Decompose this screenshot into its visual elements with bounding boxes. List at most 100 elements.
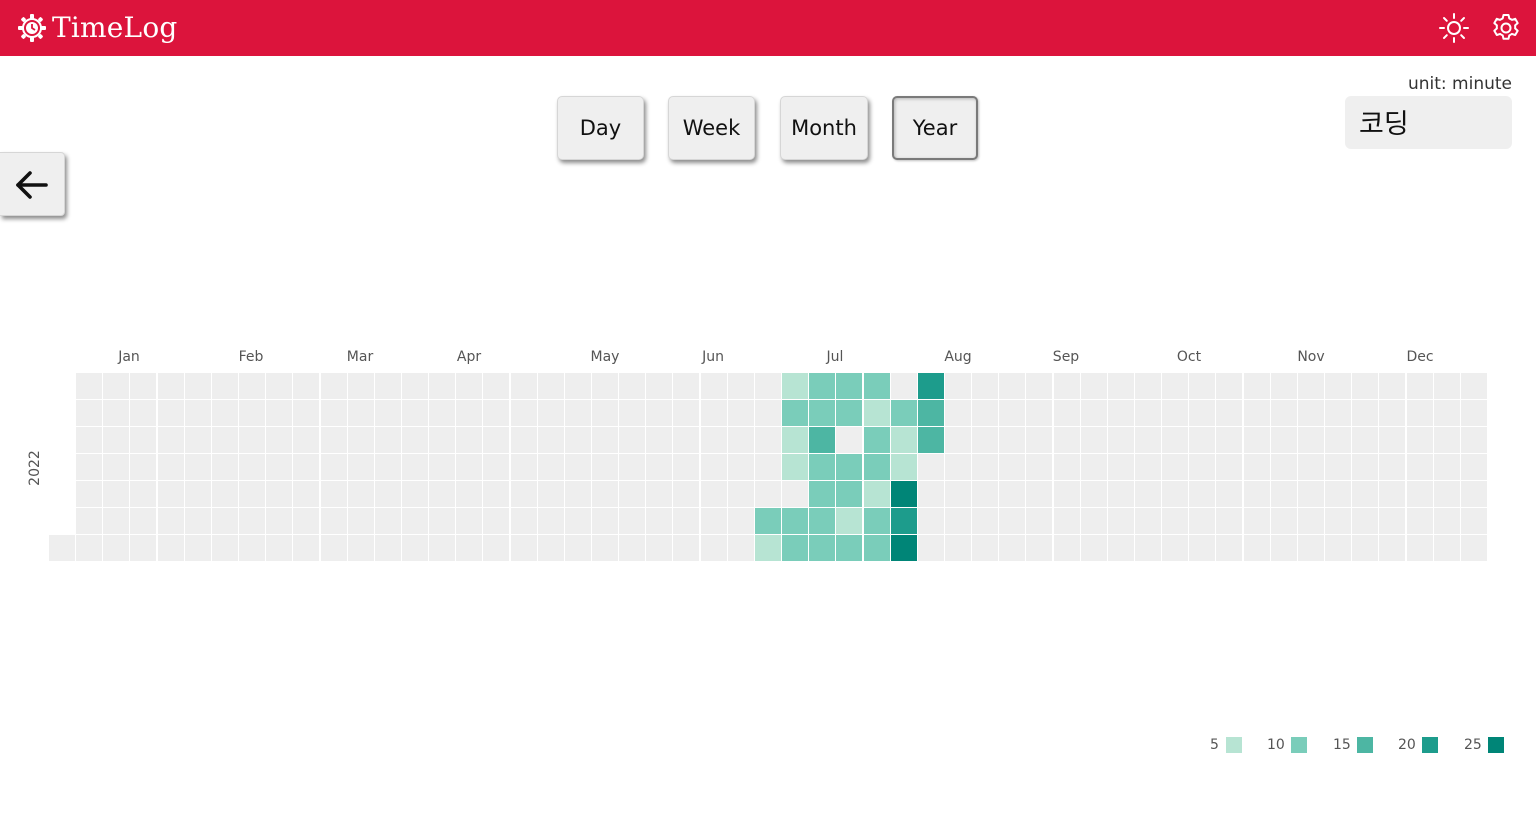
heatmap-cell[interactable] [239, 454, 266, 480]
heatmap-cell[interactable] [266, 400, 293, 426]
heatmap-cell[interactable] [944, 400, 971, 426]
heatmap-cell[interactable] [1325, 481, 1352, 507]
heatmap-cell[interactable] [103, 454, 130, 480]
heatmap-cell[interactable] [537, 427, 564, 453]
heatmap-cell[interactable] [1080, 373, 1107, 399]
heatmap-cell[interactable] [673, 373, 700, 399]
heatmap-cell[interactable] [944, 535, 971, 561]
heatmap-cell[interactable] [1270, 535, 1297, 561]
heatmap-cell[interactable] [456, 373, 483, 399]
heatmap-cell[interactable] [592, 535, 618, 561]
heatmap-cell[interactable] [809, 400, 836, 426]
heatmap-cell[interactable] [564, 508, 591, 534]
heatmap-cell[interactable] [1053, 373, 1080, 399]
heatmap-cell[interactable] [239, 373, 266, 399]
heatmap-cell[interactable] [564, 454, 591, 480]
heatmap-cell[interactable] [646, 400, 673, 426]
heatmap-cell[interactable] [1135, 400, 1161, 426]
heatmap-cell[interactable] [1325, 427, 1352, 453]
heatmap-cell[interactable] [1243, 400, 1270, 426]
heatmap-cell[interactable] [510, 508, 537, 534]
heatmap-cell[interactable] [1297, 427, 1324, 453]
heatmap-cell[interactable] [1270, 373, 1297, 399]
heatmap-cell[interactable] [1433, 400, 1460, 426]
heatmap-cell[interactable] [564, 427, 591, 453]
heatmap-cell[interactable] [592, 508, 618, 534]
heatmap-cell[interactable] [1433, 373, 1460, 399]
heatmap-cell[interactable] [592, 373, 618, 399]
heatmap-cell[interactable] [1162, 481, 1189, 507]
heatmap-cell[interactable] [1297, 373, 1324, 399]
heatmap-cell[interactable] [836, 508, 863, 534]
heatmap-cell[interactable] [809, 508, 836, 534]
heatmap-cell[interactable] [890, 427, 917, 453]
heatmap-cell[interactable] [184, 400, 211, 426]
heatmap-cell[interactable] [727, 508, 754, 534]
heatmap-cell[interactable] [1460, 400, 1487, 426]
back-button[interactable] [0, 152, 65, 216]
heatmap-cell[interactable] [347, 481, 374, 507]
heatmap-cell[interactable] [727, 454, 754, 480]
heatmap-cell[interactable] [972, 373, 999, 399]
heatmap-cell[interactable] [1107, 454, 1134, 480]
period-button-year[interactable]: Year [892, 96, 978, 160]
heatmap-cell[interactable] [917, 535, 944, 561]
heatmap-cell[interactable] [1026, 535, 1053, 561]
heatmap-cell[interactable] [1135, 454, 1161, 480]
heatmap-cell[interactable] [1026, 454, 1053, 480]
heatmap-cell[interactable] [266, 427, 293, 453]
heatmap-cell[interactable] [537, 373, 564, 399]
heatmap-cell[interactable] [320, 454, 347, 480]
heatmap-cell[interactable] [1433, 508, 1460, 534]
heatmap-cell[interactable] [809, 373, 836, 399]
heatmap-cell[interactable] [401, 481, 428, 507]
heatmap-cell[interactable] [1053, 535, 1080, 561]
heatmap-cell[interactable] [374, 535, 401, 561]
heatmap-cell[interactable] [917, 373, 944, 399]
heatmap-cell[interactable] [619, 427, 646, 453]
heatmap-cell[interactable] [184, 535, 211, 561]
heatmap-cell[interactable] [1216, 535, 1243, 561]
heatmap-cell[interactable] [401, 373, 428, 399]
heatmap-cell[interactable] [1406, 481, 1433, 507]
heatmap-cell[interactable] [374, 454, 401, 480]
heatmap-cell[interactable] [863, 481, 890, 507]
heatmap-cell[interactable] [782, 535, 809, 561]
heatmap-cell[interactable] [1162, 427, 1189, 453]
heatmap-cell[interactable] [320, 508, 347, 534]
heatmap-cell[interactable] [700, 508, 727, 534]
heatmap-cell[interactable] [374, 400, 401, 426]
heatmap-cell[interactable] [103, 373, 130, 399]
heatmap-cell[interactable] [1107, 508, 1134, 534]
heatmap-cell[interactable] [510, 400, 537, 426]
heatmap-cell[interactable] [184, 427, 211, 453]
heatmap-cell[interactable] [293, 373, 320, 399]
heatmap-cell[interactable] [374, 508, 401, 534]
heatmap-cell[interactable] [1080, 427, 1107, 453]
heatmap-cell[interactable] [1433, 535, 1460, 561]
heatmap-cell[interactable] [809, 535, 836, 561]
heatmap-cell[interactable] [890, 481, 917, 507]
heatmap-cell[interactable] [673, 427, 700, 453]
heatmap-cell[interactable] [211, 373, 238, 399]
heatmap-cell[interactable] [972, 481, 999, 507]
heatmap-cell[interactable] [863, 373, 890, 399]
heatmap-cell[interactable] [619, 400, 646, 426]
heatmap-cell[interactable] [836, 373, 863, 399]
heatmap-cell[interactable] [836, 535, 863, 561]
heatmap-cell[interactable] [130, 427, 157, 453]
heatmap-cell[interactable] [944, 454, 971, 480]
heatmap-cell[interactable] [619, 454, 646, 480]
heatmap-cell[interactable] [1243, 373, 1270, 399]
heatmap-cell[interactable] [754, 454, 781, 480]
heatmap-cell[interactable] [944, 508, 971, 534]
heatmap-cell[interactable] [1352, 373, 1379, 399]
heatmap-cell[interactable] [646, 508, 673, 534]
heatmap-cell[interactable] [782, 427, 809, 453]
heatmap-cell[interactable] [483, 535, 510, 561]
heatmap-cell[interactable] [1460, 373, 1487, 399]
heatmap-cell[interactable] [347, 373, 374, 399]
heatmap-cell[interactable] [157, 373, 184, 399]
heatmap-cell[interactable] [890, 535, 917, 561]
heatmap-cell[interactable] [1080, 481, 1107, 507]
